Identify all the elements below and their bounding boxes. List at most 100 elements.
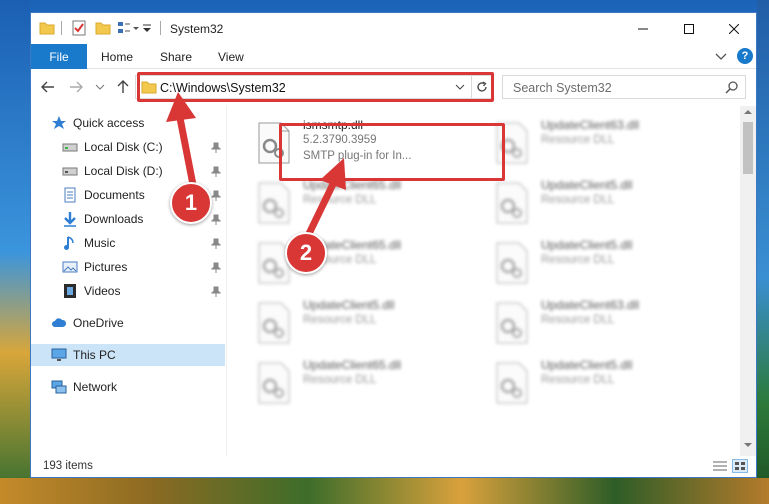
file-type: Resource DLL bbox=[303, 314, 377, 326]
pin-icon bbox=[211, 262, 221, 273]
up-arrow-icon[interactable] bbox=[115, 79, 131, 95]
documents-icon bbox=[62, 187, 78, 203]
search-placeholder: Search System32 bbox=[513, 81, 612, 95]
sidebar-item-quick-access[interactable]: Quick access bbox=[51, 112, 226, 134]
file-tile[interactable]: UpdateClient65.dll Resource DLL bbox=[249, 176, 485, 230]
sidebar-item-pictures[interactable]: Pictures bbox=[62, 256, 226, 278]
file-tile[interactable]: UpdateClient65.dll Resource DLL bbox=[249, 236, 485, 290]
tab-home[interactable]: Home bbox=[101, 50, 133, 64]
pictures-icon bbox=[62, 259, 78, 275]
scroll-up-icon[interactable] bbox=[744, 109, 752, 115]
dll-file-icon bbox=[258, 362, 290, 404]
expand-ribbon-icon[interactable] bbox=[715, 50, 727, 64]
view-options-icon[interactable] bbox=[117, 20, 139, 36]
forward-arrow-icon[interactable] bbox=[68, 79, 84, 95]
desktop-wallpaper-left bbox=[0, 0, 30, 504]
scroll-down-icon[interactable] bbox=[744, 442, 752, 448]
address-bar-highlight bbox=[137, 72, 494, 102]
file-tile[interactable]: UpdateClient5.dll Resource DLL bbox=[487, 356, 723, 410]
file-tile[interactable]: UpdateClient63.dll Resource DLL bbox=[487, 296, 723, 350]
monitor-icon bbox=[51, 347, 67, 363]
new-folder-icon[interactable] bbox=[95, 20, 111, 36]
pin-icon bbox=[211, 286, 221, 297]
step-2-callout: 2 bbox=[285, 232, 327, 274]
sidebar-item-onedrive[interactable]: OneDrive bbox=[51, 312, 226, 334]
drive-icon bbox=[62, 163, 78, 179]
sidebar-item-network[interactable]: Network bbox=[51, 376, 226, 398]
search-icon[interactable] bbox=[725, 80, 739, 97]
pin-icon bbox=[211, 238, 221, 249]
search-input[interactable]: Search System32 bbox=[502, 75, 746, 99]
tab-share[interactable]: Share bbox=[160, 50, 192, 64]
step-1-callout: 1 bbox=[170, 182, 212, 224]
sidebar-item-label: Quick access bbox=[73, 116, 145, 130]
ribbon-tabs: File Home Share View ? bbox=[31, 44, 756, 69]
scrollbar-thumb[interactable] bbox=[743, 122, 753, 174]
divider bbox=[61, 21, 62, 35]
sidebar-item-videos[interactable]: Videos bbox=[62, 280, 226, 302]
file-name: UpdateClient63.dll bbox=[541, 118, 640, 132]
sidebar-item-music[interactable]: Music bbox=[62, 232, 226, 254]
pin-icon bbox=[211, 214, 221, 225]
selected-file-highlight bbox=[279, 123, 505, 181]
sidebar-item-label: Local Disk (D:) bbox=[84, 164, 163, 178]
file-name: UpdateClient5.dll bbox=[541, 178, 633, 192]
tiles-view-icon[interactable] bbox=[732, 459, 748, 473]
dll-file-icon bbox=[496, 302, 528, 344]
file-tile[interactable]: UpdateClient5.dll Resource DLL bbox=[249, 296, 485, 350]
file-type: Resource DLL bbox=[541, 194, 615, 206]
file-name: UpdateClient5.dll bbox=[541, 238, 633, 252]
customize-toolbar-icon[interactable] bbox=[141, 20, 153, 36]
sidebar-item-label: OneDrive bbox=[73, 316, 124, 330]
sidebar-item-local-disk-c[interactable]: Local Disk (C:) bbox=[62, 136, 226, 158]
sidebar-item-local-disk-d[interactable]: Local Disk (D:) bbox=[62, 160, 226, 182]
vertical-scrollbar[interactable] bbox=[740, 106, 756, 456]
folder-icon[interactable] bbox=[39, 20, 55, 36]
minimize-button[interactable] bbox=[620, 13, 666, 44]
dll-file-icon bbox=[496, 362, 528, 404]
sidebar-item-label: Local Disk (C:) bbox=[84, 140, 163, 154]
file-tile[interactable]: UpdateClient65.dll Resource DLL bbox=[249, 356, 485, 410]
sidebar-item-label: Documents bbox=[84, 188, 145, 202]
sidebar-item-label: Videos bbox=[84, 284, 121, 298]
file-tile[interactable]: UpdateClient63.dll Resource DLL bbox=[487, 116, 723, 170]
desktop-wallpaper-right bbox=[757, 0, 769, 504]
divider bbox=[160, 21, 161, 35]
desktop-wallpaper-bottom bbox=[0, 478, 769, 504]
film-icon bbox=[62, 283, 78, 299]
tab-view[interactable]: View bbox=[218, 50, 244, 64]
details-view-icon[interactable] bbox=[712, 459, 728, 473]
download-arrow-icon bbox=[62, 211, 78, 227]
sidebar-item-label: Pictures bbox=[84, 260, 128, 274]
file-type: Resource DLL bbox=[303, 194, 377, 206]
sidebar-item-this-pc[interactable]: This PC bbox=[31, 344, 225, 366]
close-button[interactable] bbox=[711, 13, 757, 44]
file-tile[interactable]: UpdateClient5.dll Resource DLL bbox=[487, 176, 723, 230]
file-type: Resource DLL bbox=[303, 374, 377, 386]
star-icon bbox=[51, 115, 67, 131]
pin-icon bbox=[211, 166, 221, 177]
properties-icon[interactable] bbox=[71, 20, 87, 36]
back-arrow-icon[interactable] bbox=[40, 79, 56, 95]
file-tile[interactable]: UpdateClient5.dll Resource DLL bbox=[487, 236, 723, 290]
navigation-pane: Quick access Local Disk (C:) Local Disk … bbox=[31, 106, 226, 456]
help-icon[interactable]: ? bbox=[737, 48, 753, 64]
maximize-button[interactable] bbox=[666, 13, 712, 44]
file-name: UpdateClient5.dll bbox=[303, 298, 395, 312]
item-count: 193 items bbox=[43, 460, 93, 472]
explorer-window: System32 File Home Share View ? C:\Windo… bbox=[30, 12, 757, 478]
recent-locations-icon[interactable] bbox=[92, 79, 108, 95]
dll-file-icon bbox=[258, 182, 290, 224]
divider bbox=[226, 106, 227, 456]
status-bar: 193 items bbox=[31, 456, 756, 477]
file-type: Resource DLL bbox=[541, 314, 615, 326]
file-type: Resource DLL bbox=[541, 254, 615, 266]
sidebar-item-label: This PC bbox=[73, 348, 116, 362]
cloud-icon bbox=[51, 315, 67, 331]
file-name: UpdateClient63.dll bbox=[541, 298, 640, 312]
drive-icon bbox=[62, 139, 78, 155]
file-name: UpdateClient5.dll bbox=[541, 358, 633, 372]
dll-file-icon bbox=[496, 182, 528, 224]
sidebar-item-label: Network bbox=[73, 380, 118, 394]
tab-file[interactable]: File bbox=[31, 44, 87, 69]
